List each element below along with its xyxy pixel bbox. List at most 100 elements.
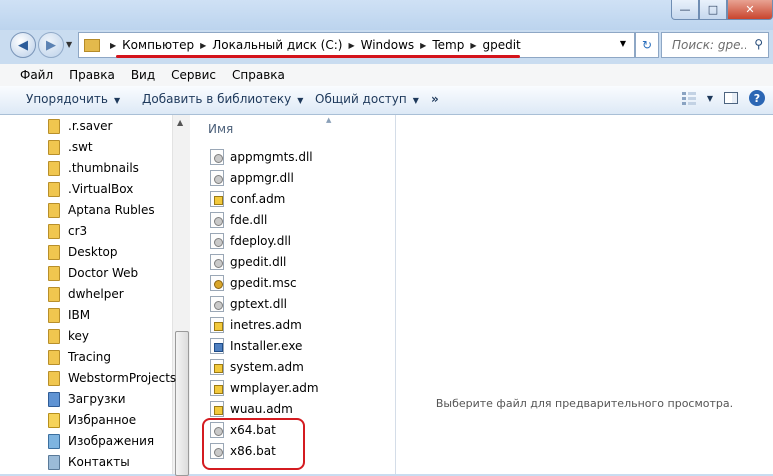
nav-item-virtualbox[interactable]: .VirtualBox xyxy=(46,179,133,199)
scroll-up-icon[interactable]: ▲ xyxy=(177,118,183,127)
nav-item-swt[interactable]: .swt xyxy=(46,137,93,157)
minimize-button[interactable]: — xyxy=(671,0,699,20)
chevron-down-icon: ▼ xyxy=(297,96,304,105)
refresh-button[interactable]: ↻ xyxy=(635,32,659,58)
nav-item-dwhelper[interactable]: dwhelper xyxy=(46,284,124,304)
nav-item-label: key xyxy=(68,329,90,343)
nav-item-favorites[interactable]: Избранное xyxy=(46,410,136,430)
nav-item-aptana-rubles[interactable]: Aptana Rubles xyxy=(46,200,155,220)
menu-view[interactable]: Вид xyxy=(129,68,157,82)
file-name: wmplayer.adm xyxy=(230,381,319,395)
view-controls: ▼ ? xyxy=(681,90,765,106)
nav-item-label: Избранное xyxy=(68,413,137,427)
file-name: wuau.adm xyxy=(230,402,293,416)
exe-file-icon xyxy=(210,338,224,354)
file-item[interactable]: wmplayer.adm xyxy=(210,378,319,398)
navigation-scrollbar[interactable]: ▲ xyxy=(172,115,190,476)
menu-help[interactable]: Справка xyxy=(230,68,287,82)
breadcrumb-separator-icon[interactable]: ▶ xyxy=(200,41,206,50)
file-name: fde.dll xyxy=(230,213,268,227)
back-button[interactable]: ◀ xyxy=(10,32,36,58)
refresh-icon: ↻ xyxy=(641,38,653,52)
dll-file-icon xyxy=(210,149,224,165)
add-to-library-button[interactable]: Добавить в библиотеку ▼ xyxy=(142,92,303,106)
breadcrumb-local-disk[interactable]: Локальный диск (C:) xyxy=(212,38,342,52)
file-item[interactable]: gpedit.msc xyxy=(210,273,297,293)
downloads-icon xyxy=(46,391,60,407)
sort-ascending-icon: ▲ xyxy=(326,116,332,124)
preview-pane-icon[interactable] xyxy=(723,90,739,106)
file-item[interactable]: gpedit.dll xyxy=(210,252,286,272)
menu-edit[interactable]: Правка xyxy=(67,68,117,82)
address-dropdown-icon[interactable]: ▼ xyxy=(620,39,626,48)
file-item[interactable]: system.adm xyxy=(210,357,304,377)
column-header-name[interactable]: Имя xyxy=(208,122,233,136)
help-icon[interactable]: ? xyxy=(749,90,765,106)
nav-item-ibm[interactable]: IBM xyxy=(46,305,90,325)
nav-item-pictures[interactable]: Изображения xyxy=(46,431,154,451)
folder-icon xyxy=(46,223,60,239)
nav-item-downloads[interactable]: Загрузки xyxy=(46,389,126,409)
scrollbar-thumb[interactable] xyxy=(175,331,189,476)
nav-item-key[interactable]: key xyxy=(46,326,89,346)
nav-item-contacts[interactable]: Контакты xyxy=(46,452,130,472)
nav-item-label: cr3 xyxy=(68,224,88,238)
nav-item-label: Doctor Web xyxy=(68,266,139,280)
file-item[interactable]: fdeploy.dll xyxy=(210,231,291,251)
view-dropdown-icon[interactable]: ▼ xyxy=(707,94,713,103)
breadcrumb-separator-icon[interactable]: ▶ xyxy=(470,41,476,50)
menu-file[interactable]: Файл xyxy=(18,68,55,82)
file-item[interactable]: appmgr.dll xyxy=(210,168,294,188)
search-icon: ⚲ xyxy=(754,37,763,51)
recent-pages-dropdown-icon[interactable]: ▼ xyxy=(66,40,72,49)
file-item[interactable]: Installer.exe xyxy=(210,336,302,356)
folder-icon xyxy=(46,181,60,197)
file-item[interactable]: wuau.adm xyxy=(210,399,293,419)
breadcrumb-separator-icon[interactable]: ▶ xyxy=(348,41,354,50)
dll-file-icon xyxy=(210,170,224,186)
nav-item-label: Tracing xyxy=(68,350,112,364)
close-button[interactable]: ✕ xyxy=(727,0,773,20)
folder-icon xyxy=(46,202,60,218)
breadcrumb-temp[interactable]: Temp xyxy=(432,38,464,52)
folder-icon xyxy=(46,286,60,302)
adm-file-icon xyxy=(210,317,224,333)
msc-file-icon xyxy=(210,275,224,291)
file-item[interactable]: gptext.dll xyxy=(210,294,287,314)
nav-item-desktop[interactable]: Desktop xyxy=(46,242,118,262)
nav-item-label: IBM xyxy=(68,308,91,322)
change-view-icon[interactable] xyxy=(681,90,697,106)
folder-icon xyxy=(46,328,60,344)
search-input[interactable]: Поиск: gpe... ⚲ xyxy=(661,32,769,58)
file-item[interactable]: inetres.adm xyxy=(210,315,302,335)
folder-icon xyxy=(84,38,100,52)
breadcrumb-windows[interactable]: Windows xyxy=(361,38,415,52)
nav-item-r-saver[interactable]: .r.saver xyxy=(46,116,112,136)
maximize-button[interactable]: □ xyxy=(699,0,727,20)
file-name: appmgmts.dll xyxy=(230,150,313,164)
folder-icon xyxy=(46,160,60,176)
nav-item-doctor-web[interactable]: Doctor Web xyxy=(46,263,138,283)
nav-item-webstormprojects[interactable]: WebstormProjects xyxy=(46,368,176,388)
organize-button[interactable]: Упорядочить ▼ xyxy=(26,92,120,106)
breadcrumb-separator-icon[interactable]: ▶ xyxy=(420,41,426,50)
more-commands-button[interactable]: » xyxy=(431,92,439,106)
nav-item-cr3[interactable]: cr3 xyxy=(46,221,87,241)
menu-tools[interactable]: Сервис xyxy=(169,68,218,82)
file-name: conf.adm xyxy=(230,192,286,206)
share-button[interactable]: Общий доступ ▼ xyxy=(315,92,419,106)
file-item[interactable]: conf.adm xyxy=(210,189,285,209)
share-label: Общий доступ xyxy=(315,92,407,106)
command-bar: Упорядочить ▼ Добавить в библиотеку ▼ Общи… xyxy=(0,86,773,115)
forward-button[interactable]: ▶ xyxy=(38,32,64,58)
address-highlight-underline xyxy=(116,55,520,58)
file-name: gpedit.dll xyxy=(230,255,287,269)
breadcrumb-gpedit[interactable]: gpedit xyxy=(482,38,520,52)
breadcrumb-computer[interactable]: Компьютер xyxy=(122,38,194,52)
breadcrumb-separator-icon[interactable]: ▶ xyxy=(110,41,116,50)
file-item[interactable]: appmgmts.dll xyxy=(210,147,313,167)
dll-file-icon xyxy=(210,296,224,312)
nav-item-thumbnails[interactable]: .thumbnails xyxy=(46,158,139,178)
file-item[interactable]: fde.dll xyxy=(210,210,267,230)
nav-item-tracing[interactable]: Tracing xyxy=(46,347,111,367)
